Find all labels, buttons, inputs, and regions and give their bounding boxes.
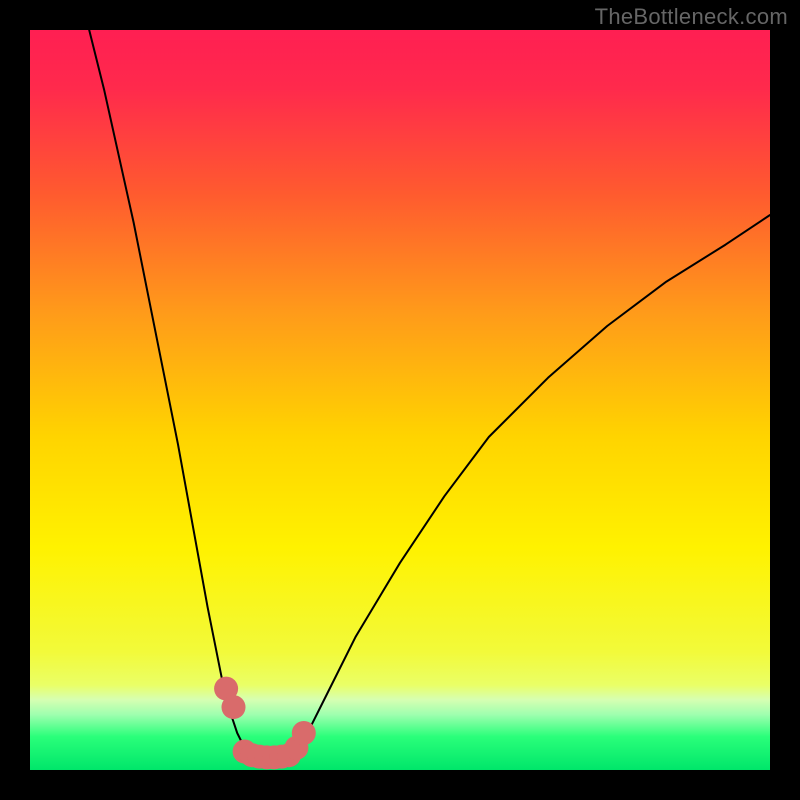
plot-area xyxy=(30,30,770,770)
chart-frame: TheBottleneck.com xyxy=(0,0,800,800)
bottleneck-right-curve xyxy=(282,215,770,759)
curves-layer xyxy=(30,30,770,770)
data-marker xyxy=(292,721,316,745)
bottleneck-left-curve xyxy=(89,30,259,759)
data-marker xyxy=(222,695,246,719)
watermark-text: TheBottleneck.com xyxy=(595,4,788,30)
